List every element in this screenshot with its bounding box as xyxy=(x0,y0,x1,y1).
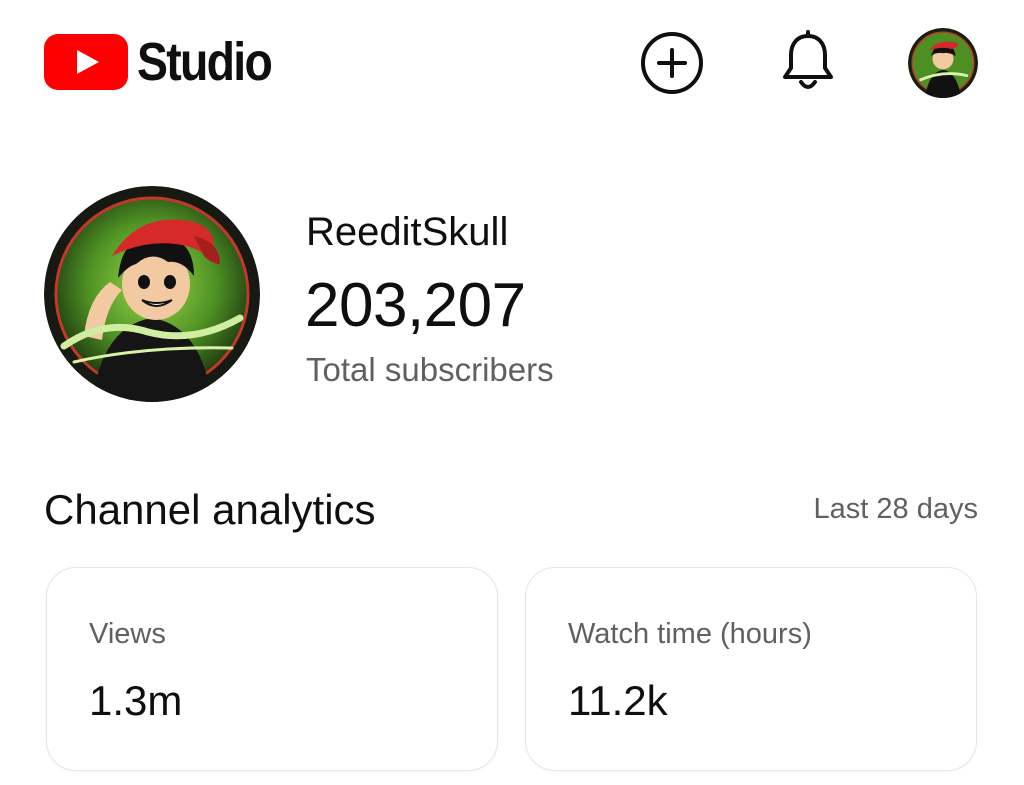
views-value: 1.3m xyxy=(89,677,183,724)
channel-avatar-image xyxy=(44,186,260,402)
watch-time-label: Watch time (hours) xyxy=(568,618,812,650)
create-button[interactable] xyxy=(638,31,706,95)
channel-avatar-image xyxy=(908,28,978,98)
views-card[interactable]: Views 1.3m xyxy=(46,567,498,771)
section-title: Channel analytics xyxy=(44,486,376,533)
bell-icon xyxy=(783,30,833,89)
subscriber-label: Total subscribers xyxy=(306,351,554,388)
watch-time-card[interactable]: Watch time (hours) 11.2k xyxy=(525,567,977,771)
studio-logo[interactable]: Studio xyxy=(44,34,293,90)
add-circle-icon xyxy=(641,32,703,94)
youtube-play-icon xyxy=(44,34,128,90)
period-label[interactable]: Last 28 days xyxy=(814,491,978,527)
studio-page: Studio ReeditSkull 203,207 Total subscri… xyxy=(0,0,1024,785)
top-app-bar: Studio xyxy=(0,0,1024,130)
channel-name: ReeditSkull xyxy=(306,210,509,254)
channel-avatar xyxy=(44,186,260,402)
views-label: Views xyxy=(89,618,166,650)
notifications-button[interactable] xyxy=(774,28,842,98)
watch-time-value: 11.2k xyxy=(568,677,668,724)
subscriber-count: 203,207 xyxy=(305,271,526,340)
brand-text: Studio xyxy=(137,32,273,92)
account-avatar[interactable] xyxy=(908,28,978,98)
